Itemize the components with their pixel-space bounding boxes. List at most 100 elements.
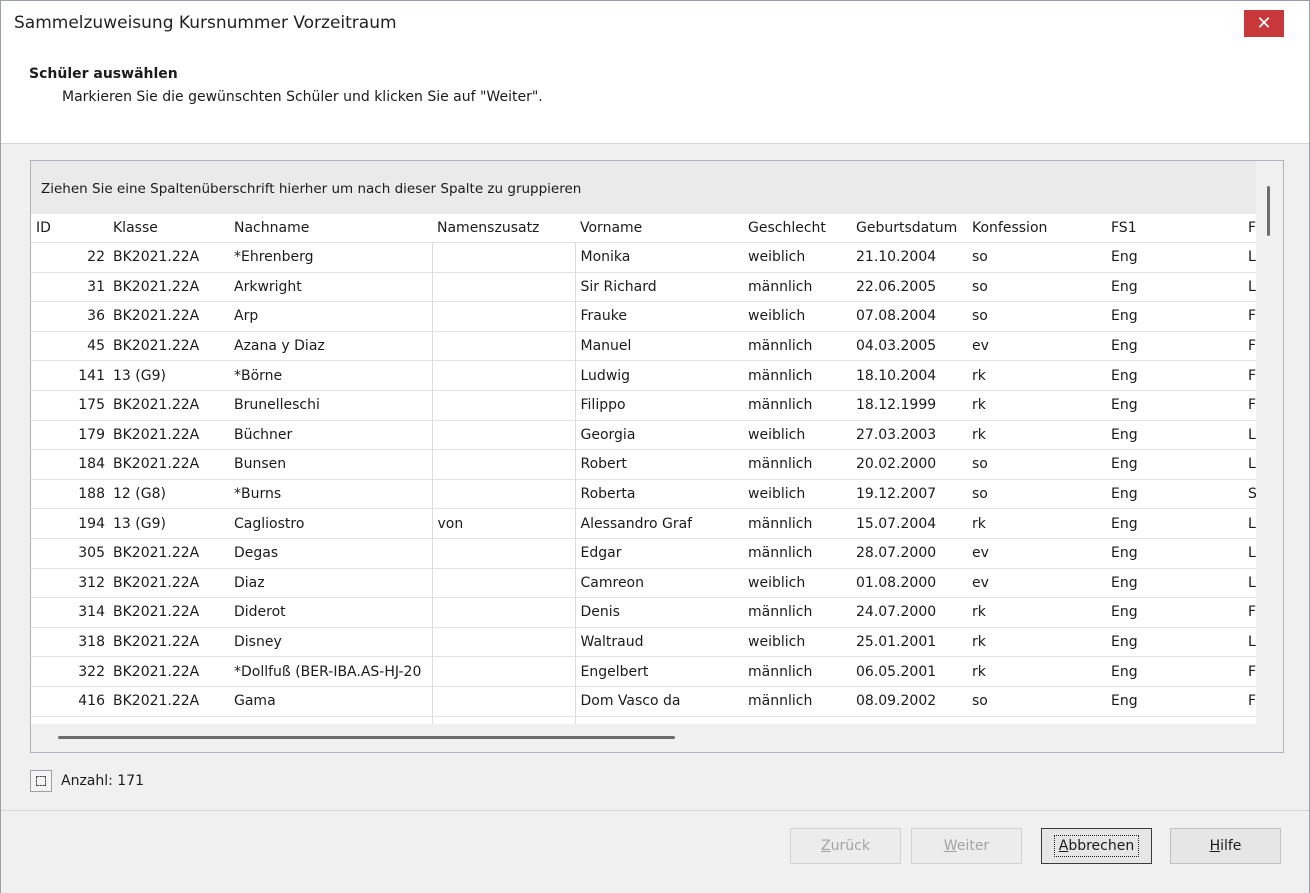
cell-vorname: Antonia	[575, 715, 743, 724]
cell-fs2: Fr	[1243, 389, 1256, 421]
cell-namenszusatz	[432, 242, 576, 273]
grid-table-area: ID Klasse Nachname Namenszusatz Vorname Gesch…	[31, 214, 1256, 724]
cell-nachname: Arp	[229, 301, 433, 332]
button-bar: Zurück Weiter Abbrechen Hilfe	[1, 810, 1309, 893]
column-header-klasse[interactable]: Klasse	[108, 214, 229, 243]
cell-geburtsdatum: 15.12.2001	[851, 715, 967, 724]
cell-vorname: Manuel	[575, 330, 743, 361]
cell-id: 318	[31, 626, 108, 657]
cell-konfession: ev	[967, 537, 1106, 569]
table-row[interactable]: 22 BK2021.22A *Ehrenberg Monika weiblich 21.1…	[31, 242, 1256, 273]
close-button[interactable]: ✕	[1244, 10, 1284, 37]
column-header-fs2[interactable]: F	[1243, 214, 1256, 243]
column-header-namenszusatz[interactable]: Namenszusatz	[432, 214, 575, 243]
cell-geburtsdatum: 07.08.2004	[851, 301, 967, 332]
cancel-button[interactable]: Abbrechen	[1041, 828, 1152, 864]
table-row[interactable]: 179 BK2021.22A Büchner Georgia weiblich 27.03…	[31, 419, 1256, 450]
cell-id: 31	[31, 271, 108, 302]
table-row[interactable]: 416 BK2021.22A Gama Dom Vasco da männlich 08.…	[31, 685, 1256, 716]
cell-fs2: La	[1243, 537, 1256, 569]
cell-geburtsdatum: 04.03.2005	[851, 330, 967, 361]
back-button-rest: urück	[830, 838, 870, 854]
title-bar[interactable]: Sammelzuweisung Kursnummer Vorzeitraum ✕	[1, 1, 1309, 45]
dialog-window: Sammelzuweisung Kursnummer Vorzeitraum ✕…	[0, 0, 1310, 893]
cell-namenszusatz	[432, 626, 576, 657]
group-by-hint: Ziehen Sie eine Spaltenüberschrift hierh…	[41, 181, 582, 197]
cell-klasse: BK2021.22A	[108, 330, 229, 361]
cell-geschlecht: weiblich	[743, 715, 851, 724]
table-row[interactable]: 188 12 (G8) *Burns Roberta weiblich 19.12.200…	[31, 478, 1256, 509]
cell-namenszusatz	[432, 567, 576, 598]
horizontal-scroll-thumb[interactable]	[58, 736, 675, 739]
cell-id: 36	[31, 301, 108, 332]
table-row[interactable]: 184 BK2021.22A Bunsen Robert männlich 20.02.2…	[31, 449, 1256, 480]
table-row[interactable]: 45 BK2021.22A Azana y Diaz Manuel männlich 04…	[31, 330, 1256, 361]
cell-fs1: Eng	[1106, 271, 1243, 302]
cell-fs2: Fr	[1243, 360, 1256, 391]
cell-vorname: Sir Richard	[575, 271, 743, 302]
cell-vorname: Frauke	[575, 301, 743, 332]
help-button[interactable]: Hilfe	[1170, 828, 1281, 864]
column-header-fs1[interactable]: FS1	[1106, 214, 1243, 243]
back-button[interactable]: Zurück	[790, 828, 901, 864]
cell-id: 322	[31, 656, 108, 687]
cell-fs2: Fr	[1243, 656, 1256, 687]
cell-klasse: BK2021.22A	[108, 567, 229, 598]
group-by-panel[interactable]: Ziehen Sie eine Spaltenüberschrift hierh…	[31, 161, 1256, 214]
cell-vorname: Monika	[575, 242, 743, 273]
table-row[interactable]: 318 BK2021.22A Disney Waltraud weiblich 25.01…	[31, 626, 1256, 657]
column-header-id[interactable]: ID	[31, 214, 108, 243]
cell-id: 314	[31, 597, 108, 628]
table-row[interactable]: 312 BK2021.22A Diaz Camreon weiblich 01.08.20…	[31, 567, 1256, 598]
cell-geburtsdatum: 01.08.2000	[851, 567, 967, 598]
cell-fs2: La	[1243, 508, 1256, 539]
cell-nachname: Arkwright	[229, 271, 433, 302]
table-row[interactable]: 141 13 (G9) *Börne Ludwig männlich 18.10.2004…	[31, 360, 1256, 391]
cell-fs2: Fr	[1243, 330, 1256, 361]
table-row[interactable]: 322 BK2021.22A *Dollfuß (BER-IBA.AS-HJ-20 E…	[31, 656, 1256, 687]
column-header-konfession[interactable]: Konfession	[967, 214, 1106, 243]
cell-geschlecht: weiblich	[743, 478, 851, 509]
vertical-scroll-thumb[interactable]	[1267, 186, 1270, 236]
cell-namenszusatz	[432, 685, 576, 716]
cell-geburtsdatum: 18.12.1999	[851, 389, 967, 421]
table-row[interactable]: 31 BK2021.22A Arkwright Sir Richard männlich…	[31, 271, 1256, 302]
table-row[interactable]: 36 BK2021.22A Arp Frauke weiblich 07.08.2004 s…	[31, 301, 1256, 332]
cell-klasse: BK2021.22A	[108, 242, 229, 273]
next-button-key: W	[943, 838, 957, 854]
cell-fs2: La	[1243, 419, 1256, 450]
students-grid: Ziehen Sie eine Spaltenüberschrift hierh…	[30, 160, 1284, 753]
cell-geschlecht: männlich	[743, 597, 851, 628]
table-row[interactable]: 314 BK2021.22A Diderot Denis männlich 24.07.2…	[31, 597, 1256, 628]
column-header-geburtsdatum[interactable]: Geburtsdatum	[851, 214, 967, 243]
help-button-key: H	[1209, 838, 1221, 854]
vertical-scrollbar[interactable]	[1257, 161, 1283, 752]
cell-geburtsdatum: 08.09.2002	[851, 685, 967, 716]
select-all-icon[interactable]	[30, 770, 52, 792]
cancel-button-label: Abbrechen	[1053, 835, 1140, 857]
cell-id: 22	[31, 242, 108, 273]
column-header-geschlecht[interactable]: Geschlecht	[743, 214, 851, 243]
cell-klasse: BK2021.22A	[108, 597, 229, 628]
cell-namenszusatz	[432, 271, 576, 302]
cell-geschlecht: männlich	[743, 656, 851, 687]
cell-id: 175	[31, 389, 108, 421]
table-row[interactable]: 194 13 (G9) Cagliostro von Alessandro Graf mä…	[31, 508, 1256, 539]
table-row[interactable]: 422BK2021.22AGaudi Antoniaweiblich15.12.2…	[31, 715, 1256, 724]
cell-id: 45	[31, 330, 108, 361]
cell-konfession: rk	[967, 508, 1106, 539]
horizontal-scrollbar[interactable]	[31, 724, 1256, 752]
table-row[interactable]: 175 BK2021.22A Brunelleschi Filippo männlich…	[31, 389, 1256, 421]
cell-namenszusatz	[432, 656, 576, 687]
cell-klasse: BK2021.22A	[108, 419, 229, 450]
next-button[interactable]: Weiter	[911, 828, 1022, 864]
cell-nachname: *Dollfuß (BER-IBA.AS-HJ-20	[229, 656, 433, 687]
table-row[interactable]: 305 BK2021.22A Degas Edgar männlich 28.07.200…	[31, 537, 1256, 569]
cell-geschlecht: männlich	[743, 271, 851, 302]
cell-konfession: rk	[967, 389, 1106, 421]
step-instructions: Markieren Sie die gewünschten Schüler un…	[62, 89, 543, 105]
column-header-nachname[interactable]: Nachname	[229, 214, 432, 243]
cell-geburtsdatum: 06.05.2001	[851, 656, 967, 687]
column-header-vorname[interactable]: Vorname	[575, 214, 743, 243]
cell-id: 188	[31, 478, 108, 509]
